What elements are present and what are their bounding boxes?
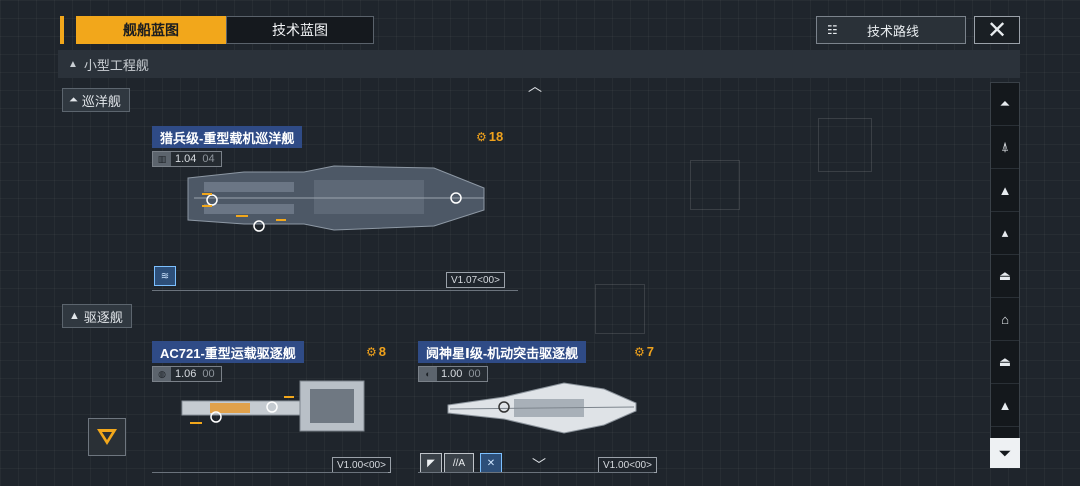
rail-class-1-icon[interactable]: ⏶ [991,83,1019,126]
category-destroyer-label: 驱逐舰 [83,309,123,325]
speed-feature-icon[interactable]: ◤ [420,453,442,473]
ship-name: 阋神星Ⅰ级-机动突击驱逐舰 [418,341,587,363]
cost-value: 8 [378,344,386,359]
tech-route-label: 技术路线 [867,23,920,39]
version-tag: V1.00<00> [332,457,391,473]
version-tag: V1.00<00> [598,457,657,473]
tab-ship-blueprint[interactable]: 舰船蓝图 [76,16,226,44]
cost-value: 7 [646,344,654,359]
cruiser-icon: ⏶ [69,93,78,106]
version-icon: ◍ [153,367,171,381]
destroyer-icon: ▲ [69,310,80,322]
rail-class-8-icon[interactable]: ▲ [991,384,1019,427]
ship-card-hunter[interactable]: 猎兵级-重型载机巡洋舰 ⚙ 18 ▥ 1.04 04 ≋ V1.07<00> [152,126,522,292]
ship-class-icon: ▲ [68,58,78,70]
ship-card-ac721[interactable]: AC721-重型运载驱逐舰 ⚙ 8 ◍ 1.06 00 V1.00<00> [152,341,392,473]
section-title: 小型工程舰 [83,57,149,73]
tree-list-icon: ☷ [827,23,838,37]
ship-class-rail: ⏶ ⍋ ▲ ▴ ⏏ ⌂ ⏏ ▲ [990,82,1020,468]
cost-value: 18 [488,129,504,144]
carrier-feature-icon[interactable]: ≋ [154,266,176,286]
ship-hunter-image [187,165,485,232]
collapse-chevron-icon[interactable]: ︿ [528,76,542,96]
assault-feature-icon[interactable]: //A [444,453,474,473]
rail-class-3-icon[interactable]: ▲ [991,169,1019,212]
ship-name: 猎兵级-重型载机巡洋舰 [152,126,303,148]
ship-card-eris[interactable]: 阋神星Ⅰ级-机动突击驱逐舰 ⚙ 7 ◐ 1.00 00 ◤ //A ✕ V1.0… [418,341,658,473]
ship-cost: ⚙ 18 [476,129,503,144]
filter-icon: ⏷ [999,444,1011,461]
version-icon: ◐ [419,367,437,381]
rail-class-6-icon[interactable]: ⌂ [991,298,1019,341]
ship-eris-image [447,382,637,434]
cost-gear-icon: ⚙ [634,344,645,359]
ship-cost: ⚙ 8 [366,344,386,359]
chevron-rank-icon [97,429,117,445]
section-header[interactable]: ▲ 小型工程舰 [58,50,1020,78]
filter-button[interactable]: ⏷ [990,438,1020,468]
rail-class-2-icon[interactable]: ⍋ [991,126,1019,169]
category-destroyer: ▲ 驱逐舰 [62,304,132,328]
baseline [152,472,388,473]
decor-square [690,160,740,210]
version-tag: V1.07<00> [446,272,505,288]
ship-ac721-image [181,380,365,432]
top-bar: 舰船蓝图 技术蓝图 ☷ 技术路线 ✕ [58,14,1020,46]
tab-tech-blueprint[interactable]: 技术蓝图 [226,16,374,44]
rank-badge[interactable] [88,418,126,456]
cross-feature-icon[interactable]: ✕ [480,453,502,473]
ship-name: AC721-重型运载驱逐舰 [152,341,304,363]
rail-class-7-icon[interactable]: ⏏ [991,341,1019,384]
category-cruiser-label: 巡洋舰 [81,93,121,109]
ship-cost: ⚙ 7 [634,344,654,359]
decor-square [595,284,645,334]
feature-label: //A [452,457,466,469]
rail-class-4-icon[interactable]: ▴ [991,212,1019,255]
decor-square [818,118,872,172]
baseline [152,290,518,291]
rail-class-5-icon[interactable]: ⏏ [991,255,1019,298]
cost-gear-icon: ⚙ [366,344,377,359]
version-icon: ▥ [153,152,171,166]
close-icon: ✕ [986,16,1008,44]
scroll-down-chevron-icon[interactable]: ﹀ [532,455,546,475]
cost-gear-icon: ⚙ [476,129,487,144]
category-cruiser: ⏶ 巡洋舰 [62,88,130,112]
edge-marker [60,16,64,44]
tech-route-button[interactable]: ☷ 技术路线 [816,16,966,44]
close-button[interactable]: ✕ [974,16,1020,44]
